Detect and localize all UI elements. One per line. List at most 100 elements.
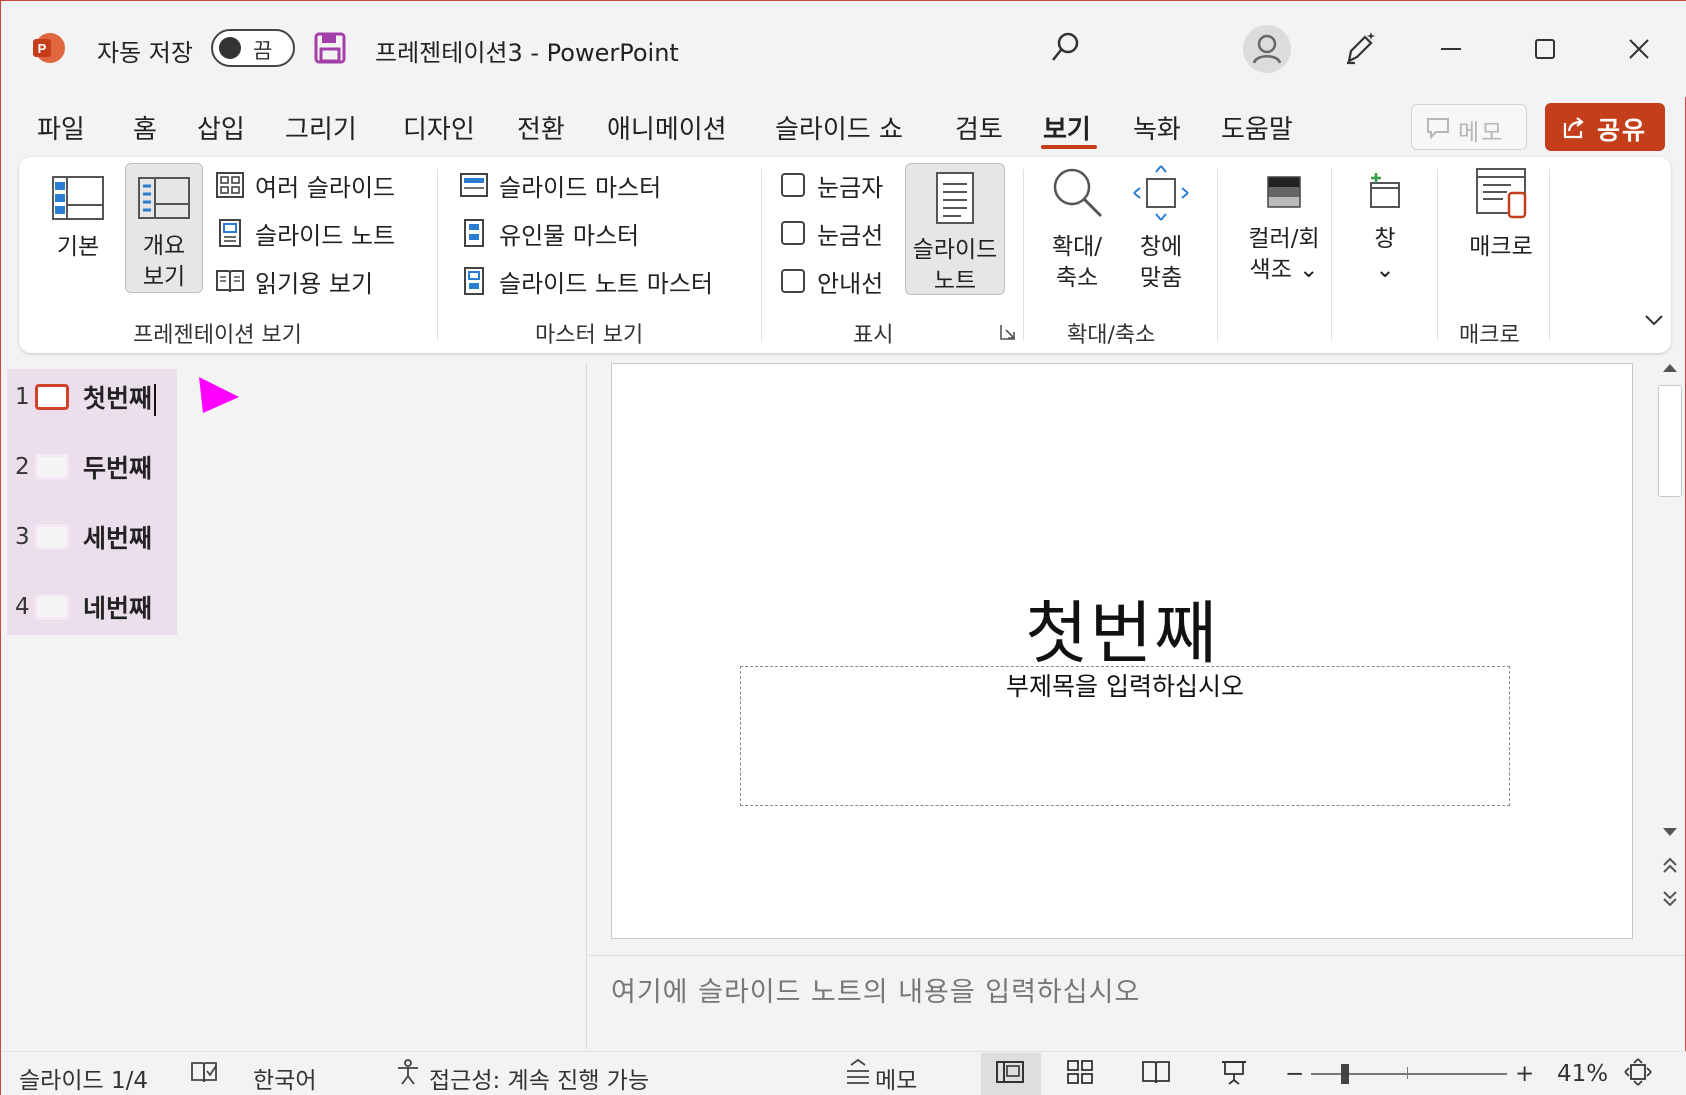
slide-title[interactable]: 첫번째 <box>612 578 1632 677</box>
accessibility-status[interactable]: 접근성: 계속 진행 가능 <box>429 1061 649 1095</box>
slide-show-icon[interactable] <box>1219 1057 1249 1087</box>
guides-checkbox-box <box>781 269 805 293</box>
window-button[interactable]: 창 ⌄ <box>1345 171 1425 291</box>
autosave-toggle[interactable]: 끔 <box>211 29 295 67</box>
share-button[interactable]: 공유 <box>1545 103 1665 151</box>
list-item[interactable]: 1 첫번째 <box>15 377 157 417</box>
fit-to-window-button[interactable]: 창에 맞춤 <box>1125 163 1197 293</box>
outline-text[interactable]: 두번째 <box>83 449 152 485</box>
tab-file[interactable]: 파일 <box>37 109 85 146</box>
notes-toggle-button[interactable]: 슬라이드 노트 <box>905 163 1005 295</box>
zoom-in-button[interactable]: + <box>1515 1061 1534 1087</box>
normal-view-label: 기본 <box>56 234 100 260</box>
outline-text[interactable]: 세번째 <box>83 519 152 555</box>
account-avatar[interactable] <box>1243 25 1291 73</box>
color-grayscale-button[interactable]: 컬러/회 색조 ⌄ <box>1229 171 1339 291</box>
fit-to-window-icon <box>1133 165 1189 221</box>
list-item[interactable]: 2 두번째 <box>15 447 152 487</box>
tab-draw[interactable]: 그리기 <box>285 109 357 146</box>
notes-master-button[interactable]: 슬라이드 노트 마스터 <box>459 261 713 301</box>
vertical-scrollbar[interactable] <box>1653 357 1685 953</box>
color-grayscale-label-1: 컬러/회 <box>1248 226 1320 252</box>
minimize-icon[interactable] <box>1429 27 1473 71</box>
accessibility-icon[interactable] <box>393 1057 423 1087</box>
slide-counter[interactable]: 슬라이드 1/4 <box>19 1061 148 1095</box>
reading-view-icon[interactable] <box>1141 1057 1171 1087</box>
tab-record[interactable]: 녹화 <box>1133 109 1181 146</box>
gridlines-checkbox[interactable]: 눈금선 <box>781 213 883 253</box>
handout-master-button[interactable]: 유인물 마스터 <box>459 213 639 253</box>
normal-view-button[interactable]: 기본 <box>43 173 113 291</box>
tab-transitions[interactable]: 전환 <box>517 109 565 146</box>
notes-page-button[interactable]: 슬라이드 노트 <box>215 213 395 253</box>
slide-number: 4 <box>15 594 30 620</box>
search-icon[interactable] <box>1049 31 1081 65</box>
toggle-knob <box>219 37 241 59</box>
slide-sorter-icon[interactable] <box>1065 1057 1095 1087</box>
guides-checkbox[interactable]: 안내선 <box>781 261 883 301</box>
comments-button[interactable]: 메모 <box>1411 104 1527 150</box>
pointer-arrow-icon <box>199 377 239 413</box>
subtitle-placeholder-text: 부제목을 입력하십시오 <box>1006 672 1244 701</box>
reading-view-button[interactable]: 읽기용 보기 <box>215 261 373 301</box>
notes-toggle-label-2: 노트 <box>933 268 977 294</box>
tab-design[interactable]: 디자인 <box>403 109 475 146</box>
ruler-label: 눈금자 <box>817 173 884 202</box>
zoom-out-button[interactable]: − <box>1285 1061 1304 1087</box>
outline-text[interactable]: 첫번째 <box>83 379 157 416</box>
notes-button[interactable]: 메모 <box>875 1061 917 1095</box>
tab-animations[interactable]: 애니메이션 <box>607 109 727 146</box>
next-slide-icon[interactable] <box>1659 887 1681 909</box>
gridlines-checkbox-box <box>781 221 805 245</box>
previous-slide-icon[interactable] <box>1659 855 1681 877</box>
macros-group-label: 매크로 <box>1459 323 1520 348</box>
group-separator <box>1437 169 1438 341</box>
maximize-icon[interactable] <box>1523 27 1567 71</box>
notes-icon <box>936 172 974 224</box>
spelling-check-icon[interactable] <box>189 1057 219 1087</box>
group-separator <box>1549 169 1550 341</box>
scroll-down-icon[interactable] <box>1659 823 1681 841</box>
reading-view-label: 읽기용 보기 <box>255 269 374 298</box>
outline-text[interactable]: 네번째 <box>83 589 152 625</box>
chevron-down-icon[interactable] <box>1641 307 1667 333</box>
slide-canvas[interactable]: 첫번째 부제목을 입력하십시오 <box>611 363 1633 939</box>
slide-sorter-button[interactable]: 여러 슬라이드 <box>215 165 395 205</box>
fit-slide-icon[interactable] <box>1623 1057 1653 1087</box>
ruler-checkbox[interactable]: 눈금자 <box>781 165 883 205</box>
zoom-group-label: 확대/축소 <box>1067 323 1156 348</box>
list-item[interactable]: 4 네번째 <box>15 587 152 627</box>
scroll-thumb[interactable] <box>1658 385 1682 497</box>
text-caret <box>154 383 157 416</box>
close-icon[interactable] <box>1617 27 1661 71</box>
notes-master-label: 슬라이드 노트 마스터 <box>499 269 713 298</box>
outline-view-icon <box>138 177 190 219</box>
list-item[interactable]: 3 세번째 <box>15 517 152 557</box>
tab-view[interactable]: 보기 <box>1043 109 1091 146</box>
notes-pane[interactable]: 여기에 슬라이드 노트의 내용을 입력하십시오 <box>589 955 1685 1049</box>
subtitle-placeholder[interactable]: 부제목을 입력하십시오 <box>740 666 1510 806</box>
powerpoint-logo-icon: P <box>33 33 65 63</box>
scroll-up-icon[interactable] <box>1659 359 1681 377</box>
save-icon[interactable] <box>313 31 347 65</box>
zoom-level[interactable]: 41% <box>1557 1061 1608 1087</box>
normal-view-icon[interactable] <box>995 1057 1025 1087</box>
slide-thumbnail-icon <box>35 524 69 550</box>
tab-insert[interactable]: 삽입 <box>197 109 245 146</box>
zoom-button[interactable]: 확대/ 축소 <box>1037 163 1117 293</box>
tab-review[interactable]: 검토 <box>955 109 1003 146</box>
user-icon <box>1252 34 1282 64</box>
tab-slide-show[interactable]: 슬라이드 쇼 <box>775 109 903 146</box>
dialog-launcher-icon[interactable] <box>999 323 1017 341</box>
language-indicator[interactable]: 한국어 <box>253 1061 316 1095</box>
slide-master-button[interactable]: 슬라이드 마스터 <box>459 165 661 205</box>
outline-view-button[interactable]: 개요 보기 <box>125 163 203 293</box>
tab-help[interactable]: 도움말 <box>1221 109 1293 146</box>
notes-icon[interactable] <box>843 1057 873 1087</box>
zoom-slider-thumb[interactable] <box>1340 1064 1349 1084</box>
macros-button[interactable]: 매크로 <box>1451 163 1551 293</box>
macros-icon <box>1476 168 1527 219</box>
tab-home[interactable]: 홈 <box>133 109 157 146</box>
designer-pen-icon[interactable] <box>1341 29 1379 67</box>
outline-view-label-2: 보기 <box>142 264 186 290</box>
